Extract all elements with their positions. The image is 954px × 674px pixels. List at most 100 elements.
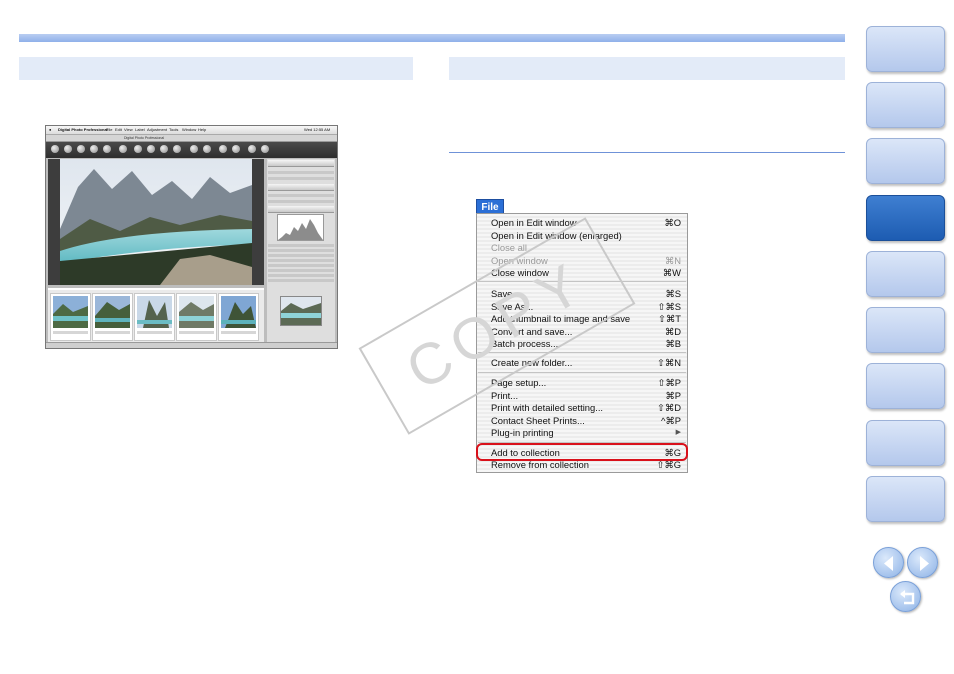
dpp-clock: Wed 12:55 AM bbox=[304, 127, 331, 132]
thumbnail-strip bbox=[48, 288, 264, 343]
apple-icon: ● bbox=[49, 127, 52, 132]
toolbar-icon bbox=[173, 145, 181, 153]
toolbar-icon bbox=[190, 145, 198, 153]
nav-tab-6[interactable] bbox=[866, 307, 945, 353]
menu-separator bbox=[478, 281, 686, 282]
nav-tab-8[interactable] bbox=[866, 420, 945, 466]
file-menu: File Open in Edit window ⌘O Open in Edit … bbox=[476, 199, 688, 473]
menu-separator bbox=[478, 352, 686, 353]
dpp-menu-tools: Tools bbox=[169, 127, 179, 132]
menu-item-print-detailed[interactable]: Print with detailed setting... ⇧⌘D bbox=[491, 402, 681, 414]
thumbnail-caption bbox=[95, 331, 130, 334]
toolbar-icon bbox=[119, 145, 127, 153]
toolbar-icon bbox=[51, 145, 59, 153]
navigator-thumbnail bbox=[280, 296, 322, 326]
palette-row bbox=[268, 259, 334, 262]
menu-item-convert-and-save[interactable]: Convert and save... ⌘D bbox=[491, 326, 681, 338]
palette-row bbox=[268, 279, 334, 282]
menu-item-close-all: Close all bbox=[491, 242, 527, 253]
toolbar-icon bbox=[203, 145, 211, 153]
next-page-button[interactable] bbox=[907, 547, 938, 578]
menu-item-close-window[interactable]: Close window ⌘W bbox=[491, 267, 681, 279]
menu-item-save[interactable]: Save ⌘S bbox=[491, 288, 681, 300]
nav-tab-1[interactable] bbox=[866, 26, 945, 72]
dpp-app-name: Digital Photo Professional bbox=[58, 127, 108, 132]
dpp-menu-view: View bbox=[124, 127, 133, 132]
section-header-right bbox=[449, 57, 845, 80]
section-header-left bbox=[19, 57, 413, 80]
dpp-toolbar bbox=[46, 142, 337, 158]
palette-row bbox=[268, 254, 334, 257]
menu-item-print[interactable]: Print... ⌘P bbox=[491, 390, 681, 402]
thumbnail bbox=[176, 293, 217, 341]
palette-section-header bbox=[268, 206, 334, 213]
previous-page-button[interactable] bbox=[873, 547, 904, 578]
menu-item-open-in-edit-window[interactable]: Open in Edit window ⌘O bbox=[491, 217, 681, 229]
return-arrow-icon bbox=[900, 590, 915, 605]
divider-rule bbox=[449, 152, 845, 153]
toolbar-icon bbox=[90, 145, 98, 153]
dpp-menubar: ● Digital Photo Professional File Edit V… bbox=[46, 126, 337, 135]
palette-row bbox=[268, 194, 334, 197]
menu-item-create-new-folder[interactable]: Create new folder... ⇧⌘N bbox=[491, 357, 681, 369]
thumbnail bbox=[134, 293, 175, 341]
nav-tab-7[interactable] bbox=[866, 363, 945, 409]
highlight-add-to-collection bbox=[476, 443, 688, 461]
thumbnail-image bbox=[137, 296, 172, 328]
palette-row bbox=[268, 264, 334, 267]
thumbnail bbox=[92, 293, 133, 341]
submenu-arrow-icon: ▶ bbox=[675, 429, 681, 436]
nav-tab-2[interactable] bbox=[866, 82, 945, 128]
thumbnail bbox=[50, 293, 91, 341]
toolbar-icon bbox=[248, 145, 256, 153]
dpp-main-window-screenshot: ● Digital Photo Professional File Edit V… bbox=[45, 125, 338, 349]
palette-row bbox=[268, 177, 334, 180]
thumbnail bbox=[218, 293, 259, 341]
arrow-right-icon bbox=[920, 556, 929, 571]
palette-row bbox=[268, 171, 334, 174]
palette-row bbox=[268, 269, 334, 272]
menu-item-plug-in-printing[interactable]: Plug-in printing ▶ bbox=[491, 427, 681, 439]
thumbnail-image bbox=[179, 296, 214, 328]
menu-separator bbox=[478, 372, 686, 373]
menu-item-contact-sheet-prints[interactable]: Contact Sheet Prints... ^⌘P bbox=[491, 415, 681, 427]
palette-section-header bbox=[268, 160, 334, 167]
thumbnail-image bbox=[95, 296, 130, 328]
toolbar-icon bbox=[232, 145, 240, 153]
file-menu-title[interactable]: File bbox=[476, 199, 504, 214]
palette-row bbox=[268, 244, 334, 247]
nav-tab-3[interactable] bbox=[866, 138, 945, 184]
menu-item-page-setup[interactable]: Page setup... ⇧⌘P bbox=[491, 377, 681, 389]
nav-tab-9[interactable] bbox=[866, 476, 945, 522]
arrow-left-icon bbox=[884, 556, 893, 571]
palette-row bbox=[268, 249, 334, 252]
menu-item-save-as[interactable]: Save As... ⇧⌘S bbox=[491, 301, 681, 313]
menu-item-open-in-edit-window-enlarged[interactable]: Open in Edit window (enlarged) bbox=[491, 230, 681, 242]
toolbar-icon bbox=[219, 145, 227, 153]
dpp-menu-file: File bbox=[106, 127, 113, 132]
toolbar-icon bbox=[147, 145, 155, 153]
file-menu-list: Open in Edit window ⌘O Open in Edit windo… bbox=[476, 213, 688, 473]
thumbnail-caption bbox=[53, 331, 88, 334]
menu-item-add-thumbnail[interactable]: Add thumbnail to image and save ⇧⌘T bbox=[491, 313, 681, 325]
thumbnail-caption bbox=[179, 331, 214, 334]
palette-row bbox=[268, 200, 334, 203]
palette-section-header bbox=[268, 184, 334, 191]
toolbar-icon bbox=[134, 145, 142, 153]
nav-tab-5[interactable] bbox=[866, 251, 945, 297]
palette-row bbox=[268, 274, 334, 277]
return-button[interactable] bbox=[890, 581, 921, 612]
dpp-window-title: Digital Photo Professional bbox=[124, 136, 165, 140]
thumbnail-caption bbox=[221, 331, 256, 334]
menu-item-batch-process[interactable]: Batch process... ⌘B bbox=[491, 338, 681, 350]
nav-tab-4-active[interactable] bbox=[866, 195, 945, 241]
dpp-menu-help: Help bbox=[198, 127, 207, 132]
thumbnail-image bbox=[221, 296, 256, 328]
dpp-menu-label: Label bbox=[135, 127, 145, 132]
thumbnail-image bbox=[53, 296, 88, 328]
dpp-preview-area bbox=[48, 159, 264, 285]
dpp-title-bar: Digital Photo Professional bbox=[46, 135, 337, 142]
menu-item-open-window: Open window ⌘N bbox=[491, 254, 681, 266]
toolbar-icon bbox=[103, 145, 111, 153]
thumbnail-caption bbox=[137, 331, 172, 334]
